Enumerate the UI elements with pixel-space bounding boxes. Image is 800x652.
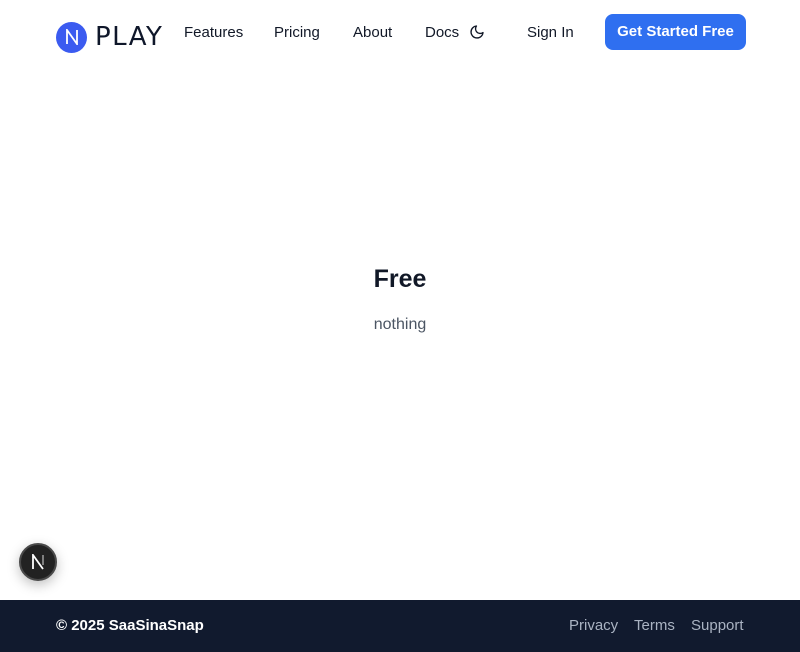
n-badge-icon xyxy=(32,554,44,570)
footer-link-privacy[interactable]: Privacy xyxy=(569,616,618,636)
page-subtitle: nothing xyxy=(373,316,427,333)
brand-logo[interactable]: PLAY xyxy=(56,21,163,53)
nav-link-pricing[interactable]: Pricing xyxy=(274,23,320,43)
nav-link-features[interactable]: Features xyxy=(184,23,243,43)
get-started-button[interactable]: Get Started Free xyxy=(605,14,746,50)
nav-link-about[interactable]: About xyxy=(353,23,392,43)
footer-link-terms[interactable]: Terms xyxy=(634,616,675,636)
moon-icon xyxy=(470,25,484,39)
copyright-text: © 2025 SaaSinaSnap xyxy=(56,617,204,634)
theme-toggle-button[interactable] xyxy=(468,23,486,41)
footer-link-support[interactable]: Support xyxy=(691,616,744,636)
brand-wordmark: PLAY xyxy=(95,22,164,52)
nav-link-docs[interactable]: Docs xyxy=(425,23,459,43)
page-title: Free xyxy=(373,265,427,293)
site-footer: © 2025 SaaSinaSnap Privacy Terms Support xyxy=(0,600,800,652)
n-logo-icon xyxy=(56,21,87,53)
site-header: PLAY Features Pricing About Docs Sign In… xyxy=(0,0,800,64)
floating-dev-badge[interactable] xyxy=(19,543,57,581)
sign-in-link[interactable]: Sign In xyxy=(527,23,574,43)
